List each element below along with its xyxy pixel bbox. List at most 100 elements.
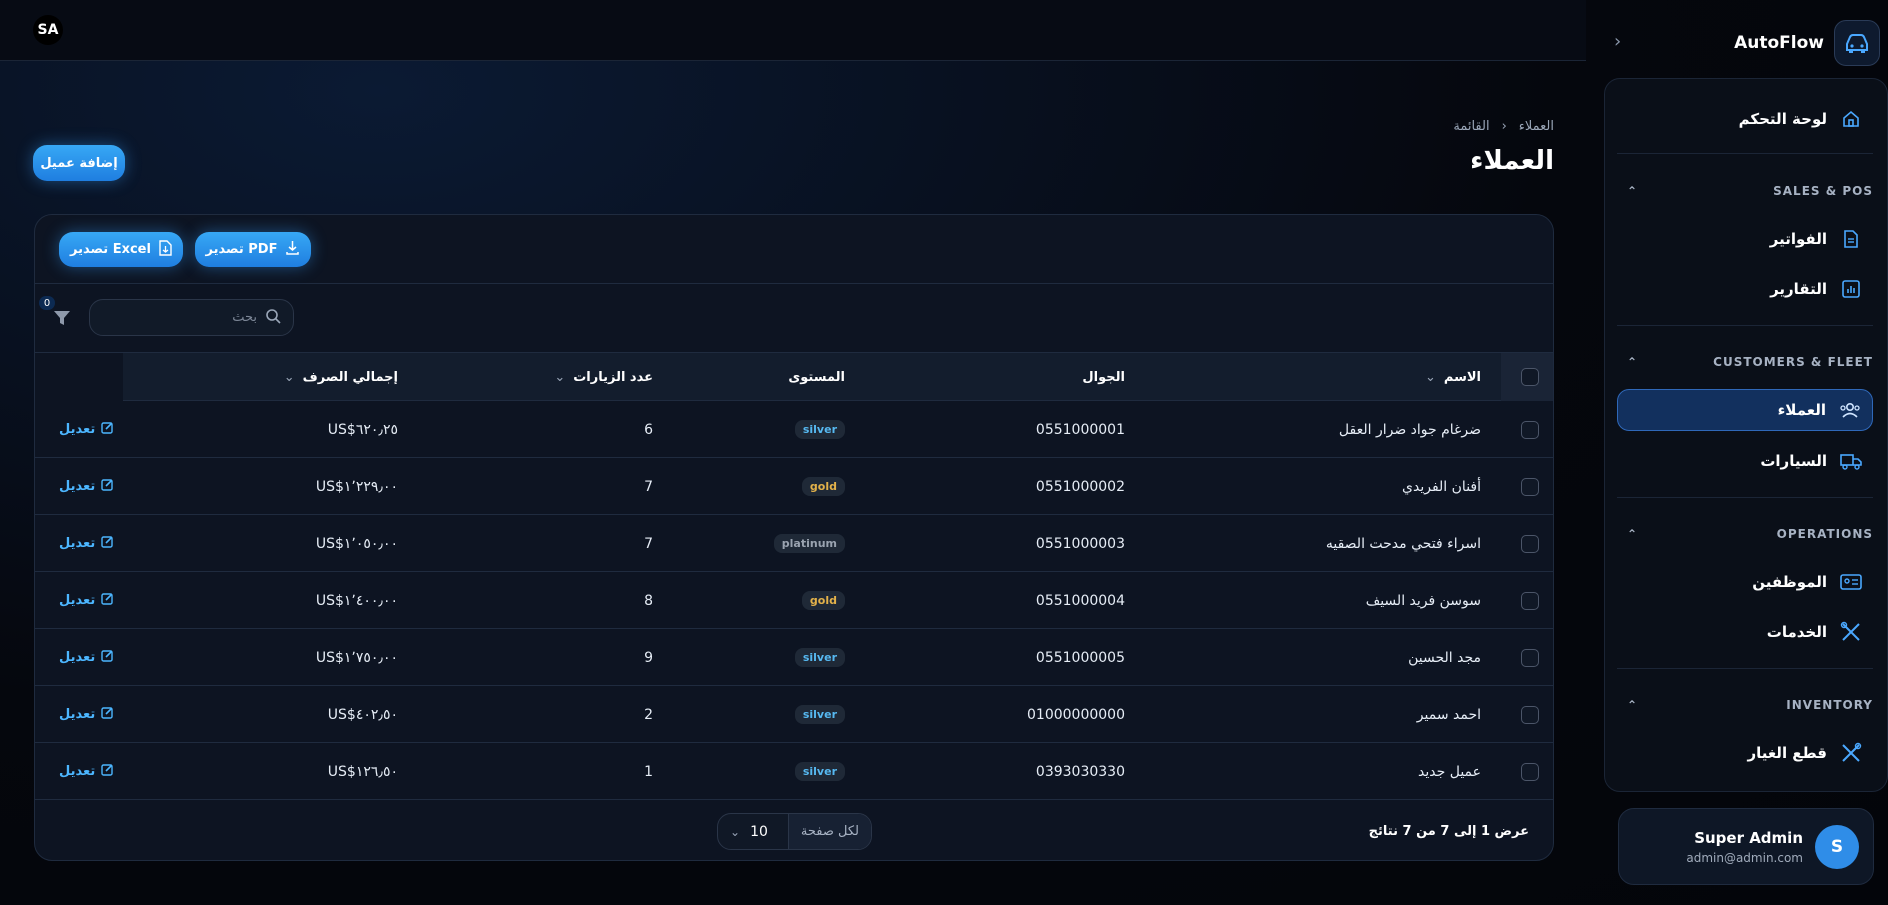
id-card-icon <box>1839 570 1863 594</box>
chevron-left-icon: ‹ <box>1501 119 1507 134</box>
edit-button[interactable]: تعديل <box>59 458 114 515</box>
row-checkbox[interactable] <box>1521 477 1539 496</box>
visit-count: 7 <box>644 478 653 495</box>
table-row: احمد سمير 01000000000 silver 2 US$٤٠٢٫٥٠ تعدي… <box>35 686 1553 743</box>
edit-button[interactable]: تعديل <box>59 629 114 686</box>
filter-icon[interactable] <box>53 309 71 331</box>
total-spend: US$١٢٦٫٥٠ <box>327 763 398 780</box>
section-sales-pos[interactable]: ⌃ SALES & POS <box>1617 181 1873 201</box>
per-page-value: 10 <box>750 823 768 840</box>
edit-button[interactable]: تعديل <box>59 743 114 800</box>
total-spend: US$١٬٤٠٠٫٠٠ <box>315 592 398 609</box>
customer-name: اسراء فتحي مدحت الصقيه <box>1325 535 1481 552</box>
sidebar-item-vehicles[interactable]: السيارات <box>1617 441 1873 481</box>
export-excel-button[interactable]: تصدير Excel <box>59 232 183 267</box>
row-checkbox[interactable] <box>1521 648 1539 667</box>
search-icon <box>265 308 281 328</box>
row-checkbox[interactable] <box>1521 705 1539 724</box>
section-inventory[interactable]: ⌃ INVENTORY <box>1617 695 1873 715</box>
home-icon <box>1839 107 1863 131</box>
edit-icon <box>101 649 114 666</box>
table-row: اسراء فتحي مدحت الصقيه 0551000003 platinum… <box>35 515 1553 572</box>
row-checkbox[interactable] <box>1521 591 1539 610</box>
section-operations[interactable]: ⌃ OPERATIONS <box>1617 524 1873 544</box>
column-visits[interactable]: ⌄ عدد الزيارات <box>554 353 653 401</box>
table-header: ⌄ الاسم الجوال المستوى ⌄ عدد الزيارات ⌄ … <box>35 353 1553 401</box>
customer-phone: 0551000002 <box>1035 478 1125 495</box>
truck-icon <box>1839 449 1863 473</box>
edit-icon <box>101 763 114 780</box>
edit-button[interactable]: تعديل <box>59 686 114 743</box>
customer-name: عميل جديد <box>1418 763 1481 780</box>
visit-count: 6 <box>644 421 653 438</box>
chevron-up-icon: ⌃ <box>1627 698 1639 712</box>
per-page-select[interactable]: ⌄ 10 لكل صفحة <box>717 813 872 850</box>
table-row: أفنان الفريدي 0551000002 gold 7 US$١٬٢٢٩٫٠٠ ت… <box>35 458 1553 515</box>
customer-phone: 0551000003 <box>1035 535 1125 552</box>
visit-count: 8 <box>644 592 653 609</box>
chevron-up-icon: ⌃ <box>1627 355 1639 369</box>
total-spend: US$٤٠٢٫٥٠ <box>327 706 398 723</box>
level-badge: silver <box>794 762 845 781</box>
brand: AutoFlow <box>1604 8 1888 78</box>
select-all-checkbox[interactable] <box>1521 368 1539 386</box>
table-row: مجد الحسين 0551000005 silver 9 US$١٬٧٥٠٫٠٠ تع… <box>35 629 1553 686</box>
row-checkbox[interactable] <box>1521 420 1539 439</box>
total-spend: US$١٬٠٥٠٫٠٠ <box>315 535 398 552</box>
sidebar-item-dashboard[interactable]: لوحة التحكم <box>1617 99 1873 139</box>
breadcrumb-list: القائمة <box>1453 119 1490 134</box>
sidebar-item-reports[interactable]: التقارير <box>1617 269 1873 309</box>
chevron-down-icon: ⌄ <box>1424 369 1436 385</box>
car-logo-icon <box>1834 20 1880 66</box>
sidebar-item-customers[interactable]: العملاء <box>1617 389 1873 431</box>
level-badge: gold <box>801 477 845 496</box>
column-name[interactable]: ⌄ الاسم <box>1425 353 1481 401</box>
customer-phone: 0393030330 <box>1035 763 1125 780</box>
add-customer-button[interactable]: إضافة عميل <box>33 145 125 181</box>
edit-button[interactable]: تعديل <box>59 401 114 458</box>
total-spend: US$٦٢٠٫٢٥ <box>327 421 398 438</box>
export-pdf-button[interactable]: تصدير PDF <box>195 232 311 267</box>
table-row: عميل جديد 0393030330 silver 1 US$١٢٦٫٥٠ تعديل <box>35 743 1553 800</box>
total-spend: US$١٬٢٢٩٫٠٠ <box>315 478 398 495</box>
sidebar-item-parts[interactable]: قطع الغيار <box>1617 733 1873 773</box>
sidebar-item-services[interactable]: الخدمات <box>1617 612 1873 652</box>
customer-name: ضرغام جواد ضرار العقل <box>1338 421 1481 438</box>
row-checkbox[interactable] <box>1521 762 1539 781</box>
top-bar: SA <box>0 0 1586 61</box>
customer-phone: 0551000004 <box>1035 592 1125 609</box>
column-level: المستوى <box>788 369 845 385</box>
user-name: Super Admin <box>1694 828 1803 847</box>
edit-button[interactable]: تعديل <box>59 572 114 629</box>
table-row: ضرغام جواد ضرار العقل 0551000001 silver 6 US… <box>35 401 1553 458</box>
avatar: S <box>1815 824 1859 869</box>
visit-count: 1 <box>644 763 653 780</box>
user-card[interactable]: Super Admin admin@admin.com S <box>1618 808 1874 885</box>
sidebar-item-label: الخدمات <box>1766 623 1827 641</box>
download-icon <box>285 240 300 259</box>
sidebar-item-invoices[interactable]: الفواتير <box>1617 219 1873 259</box>
section-customers-fleet[interactable]: ⌃ CUSTOMERS & FLEET <box>1617 352 1873 372</box>
filter-count-badge: 0 <box>39 296 55 310</box>
edit-icon <box>101 592 114 609</box>
level-badge: gold <box>801 591 845 610</box>
edit-icon <box>101 535 114 552</box>
table-row: سوسن فريد السيف 0551000004 gold 8 US$١٬٤٠٠٫٠… <box>35 572 1553 629</box>
sidebar-item-employees[interactable]: الموظفين <box>1617 562 1873 602</box>
level-badge: silver <box>794 420 845 439</box>
customer-name: أفنان الفريدي <box>1402 478 1481 495</box>
user-email: admin@admin.com <box>1686 850 1803 865</box>
row-checkbox[interactable] <box>1521 534 1539 553</box>
column-phone: الجوال <box>1082 369 1125 385</box>
edit-icon <box>101 706 114 723</box>
tools-icon <box>1839 620 1863 644</box>
visit-count: 2 <box>644 706 653 723</box>
user-avatar-top[interactable]: SA <box>33 15 63 45</box>
search-box[interactable] <box>89 299 294 336</box>
edit-button[interactable]: تعديل <box>59 515 114 572</box>
chevron-down-icon: ⌄ <box>283 369 295 385</box>
column-spend[interactable]: ⌄ إجمالي الصرف <box>284 353 398 401</box>
breadcrumb-customers[interactable]: العملاء <box>1519 119 1554 134</box>
customer-name: احمد سمير <box>1416 706 1481 723</box>
search-input[interactable] <box>117 310 257 325</box>
